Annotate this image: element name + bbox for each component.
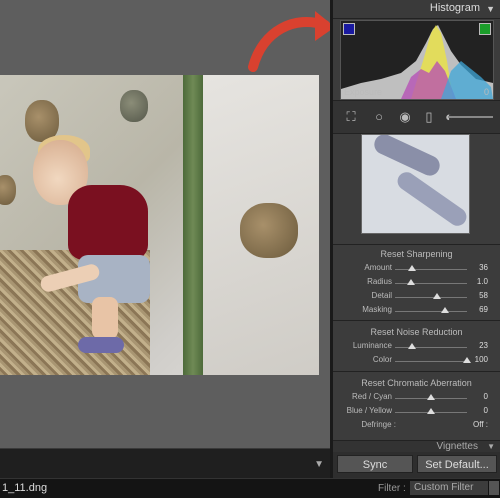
slider-knob[interactable]: [407, 343, 416, 349]
histogram-header[interactable]: Histogram ▼: [333, 0, 500, 19]
toolbar-menu-icon[interactable]: ▼: [314, 459, 324, 470]
histogram-label: Exposure: [344, 87, 383, 97]
filter-lock-icon[interactable]: [489, 481, 499, 495]
slider-knob[interactable]: [432, 293, 441, 299]
histogram-title: Histogram: [429, 2, 480, 14]
tool-slider[interactable]: [448, 116, 493, 118]
develop-right-panel: Histogram ▼ Exposure 0 ⛶ ○ ◉ ▯ ◐ Reset S…: [333, 0, 500, 478]
slider-row-blue-yellow[interactable]: Blue / Yellow 0: [333, 406, 500, 418]
triangle-down-icon[interactable]: ▼: [486, 4, 495, 14]
slider-value[interactable]: 58: [479, 291, 488, 300]
slider-track[interactable]: [395, 283, 467, 284]
slider-track[interactable]: [395, 361, 467, 362]
slider-label: Color: [372, 355, 392, 364]
reset-noise-reduction-button[interactable]: Reset Noise Reduction: [333, 327, 500, 337]
shadow-clipping-indicator[interactable]: [343, 23, 355, 35]
filmstrip-toolbar: ▼: [0, 448, 330, 479]
sharpening-section: Reset Sharpening Amount 36 Radius 1.0 Detail…: [333, 244, 500, 321]
defringe-row[interactable]: Defringe : Off :: [333, 420, 500, 432]
sync-button[interactable]: Sync: [337, 455, 413, 473]
red-eye-icon[interactable]: ◉: [397, 109, 413, 125]
reset-chromatic-aberration-button[interactable]: Reset Chromatic Aberration: [333, 378, 500, 388]
slider-value[interactable]: 1.0: [477, 277, 488, 286]
status-bar: 1_11.dng Filter : Custom Filter: [0, 478, 500, 498]
slider-value[interactable]: 0: [484, 392, 488, 401]
slider-label: Amount: [364, 263, 392, 272]
chromatic-aberration-section: Reset Chromatic Aberration Red / Cyan 0 Bl…: [333, 371, 500, 440]
photo-child-climbing-wall: [0, 75, 319, 375]
slider-label: Detail: [371, 291, 392, 300]
crop-icon[interactable]: ⛶: [343, 109, 359, 125]
red-arrow-annotation-left: [248, 11, 335, 72]
histogram-value: 0: [483, 87, 489, 97]
slider-knob[interactable]: [440, 307, 449, 313]
detail-preview[interactable]: [361, 134, 470, 234]
filename: 1_11.dng: [2, 482, 48, 494]
triangle-down-icon[interactable]: ▼: [487, 442, 495, 451]
reset-sharpening-button[interactable]: Reset Sharpening: [333, 249, 500, 259]
slider-knob[interactable]: [408, 265, 417, 271]
slider-value[interactable]: 0: [484, 406, 488, 415]
slider-label: Radius: [367, 277, 392, 286]
filter-dropdown[interactable]: Custom Filter: [410, 481, 488, 495]
spot-removal-icon[interactable]: ○: [371, 109, 387, 125]
slider-label: Masking: [362, 305, 392, 314]
slider-row-detail[interactable]: Detail 58: [333, 291, 500, 303]
graduated-filter-icon[interactable]: ▯: [421, 109, 437, 125]
slider-knob[interactable]: [427, 408, 435, 414]
slider-value[interactable]: 100: [475, 355, 488, 364]
filter-label: Filter :: [378, 483, 406, 494]
slider-row-radius[interactable]: Radius 1.0: [333, 277, 500, 289]
slider-knob[interactable]: [406, 279, 415, 285]
highlight-clipping-indicator[interactable]: [479, 23, 491, 35]
slider-label: Luminance: [352, 341, 392, 350]
slider-value[interactable]: 69: [479, 305, 488, 314]
defringe-label: Defringe :: [361, 420, 396, 429]
slider-knob[interactable]: [463, 357, 471, 363]
slider-track[interactable]: [395, 297, 467, 298]
slider-value[interactable]: 36: [479, 263, 488, 272]
slider-row-color[interactable]: Color 100: [333, 355, 500, 367]
panel-buttons: Sync Set Default...: [333, 452, 500, 478]
vignettes-title: Vignettes: [436, 441, 478, 452]
slider-track[interactable]: [395, 269, 467, 270]
histogram-display[interactable]: Exposure 0: [340, 20, 494, 100]
defringe-dropdown[interactable]: Off :: [473, 420, 488, 429]
slider-label: Red / Cyan: [351, 392, 392, 401]
slider-track[interactable]: [395, 311, 467, 312]
slider-value[interactable]: 23: [479, 341, 488, 350]
tool-strip: ⛶ ○ ◉ ▯ ◐: [333, 100, 500, 134]
set-default-button[interactable]: Set Default...: [417, 455, 497, 473]
slider-row-masking[interactable]: Masking 69: [333, 305, 500, 317]
noise-reduction-section: Reset Noise Reduction Luminance 23 Color 10…: [333, 320, 500, 372]
slider-track[interactable]: [395, 347, 467, 348]
slider-row-red-cyan[interactable]: Red / Cyan 0: [333, 392, 500, 404]
slider-knob[interactable]: [427, 394, 435, 400]
slider-row-amount[interactable]: Amount 36: [333, 263, 500, 275]
slider-label: Blue / Yellow: [346, 406, 392, 415]
slider-row-luminance[interactable]: Luminance 23: [333, 341, 500, 353]
